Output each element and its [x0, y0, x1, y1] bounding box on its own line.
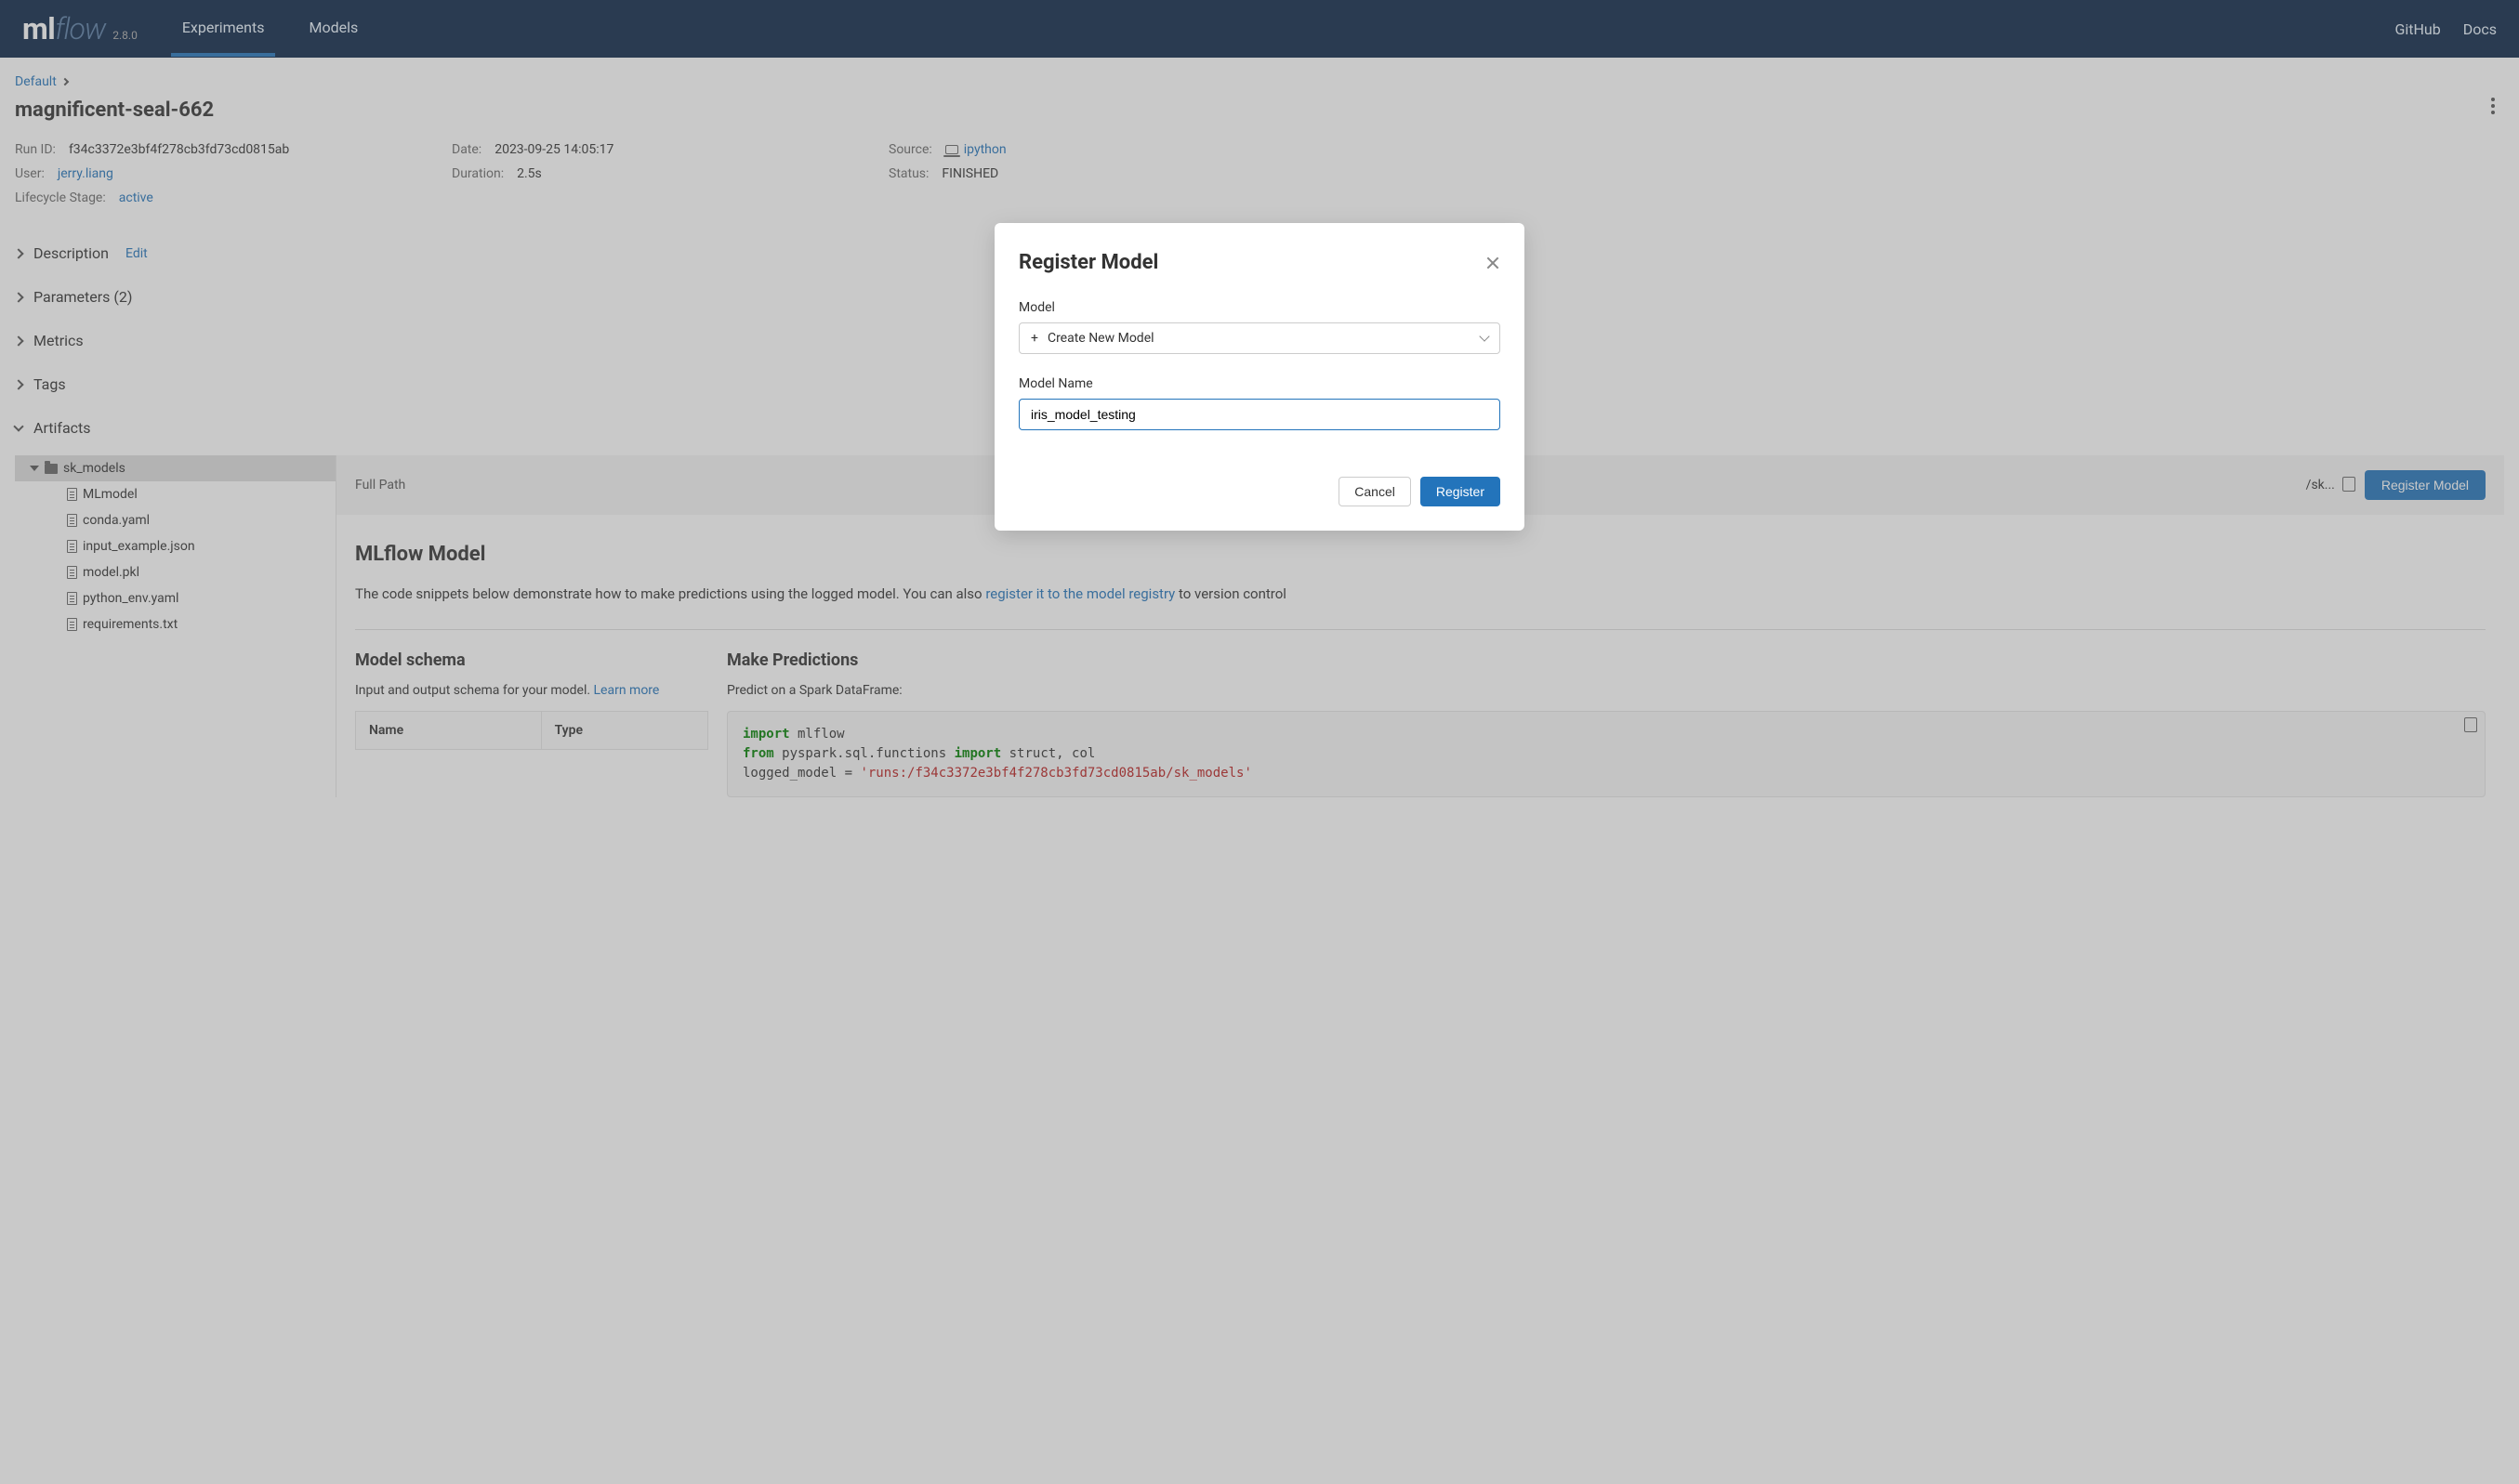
model-name-label: Model Name	[1019, 376, 1500, 391]
cancel-button[interactable]: Cancel	[1339, 477, 1411, 506]
modal-title: Register Model	[1019, 251, 1158, 274]
model-select[interactable]: + Create New Model	[1019, 322, 1500, 354]
model-name-input[interactable]	[1019, 399, 1500, 430]
modal-overlay[interactable]: Register Model Model + Create New Model …	[0, 0, 2519, 1484]
close-icon[interactable]	[1485, 256, 1500, 270]
plus-icon: +	[1031, 331, 1038, 346]
register-model-dialog: Register Model Model + Create New Model …	[995, 223, 1524, 531]
model-select-label: Model	[1019, 300, 1500, 315]
register-button[interactable]: Register	[1420, 477, 1500, 506]
model-select-value: Create New Model	[1048, 331, 1154, 346]
chevron-down-icon	[1479, 331, 1489, 341]
